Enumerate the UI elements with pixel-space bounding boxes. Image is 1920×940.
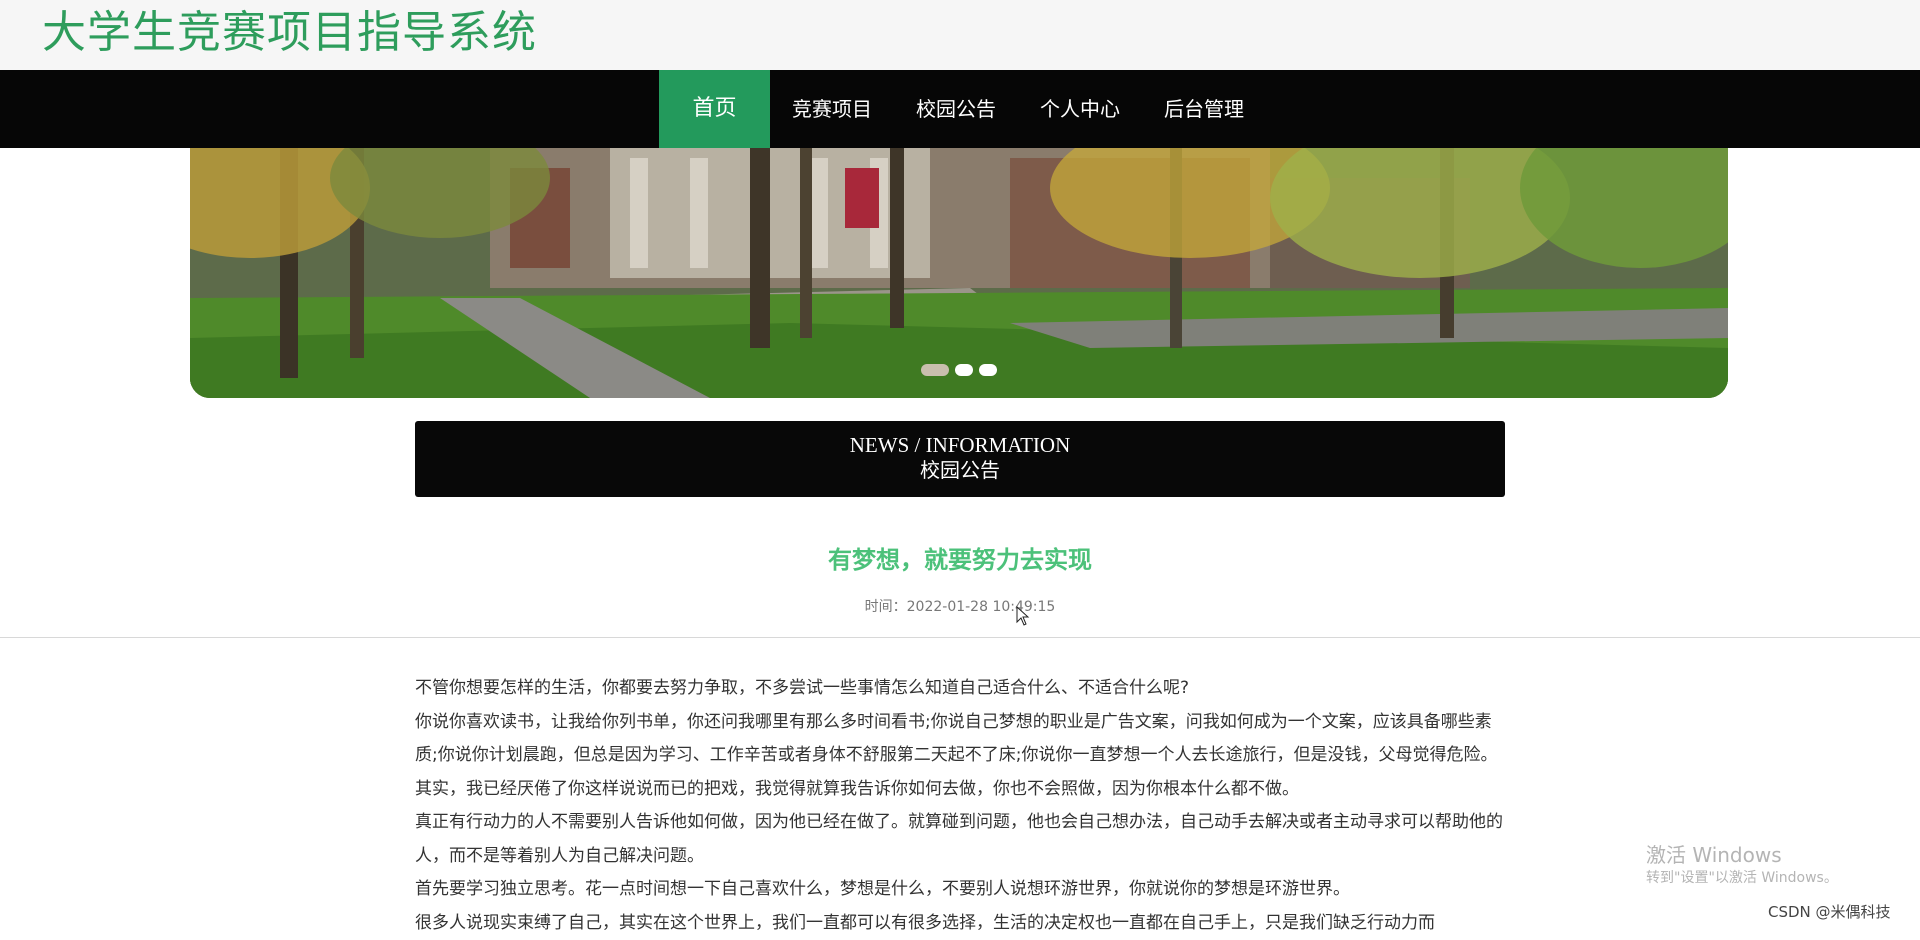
news-header-english: NEWS / INFORMATION [415, 432, 1505, 458]
news-header-chinese: 校园公告 [415, 458, 1505, 484]
article-paragraph: 首先要学习独立思考。花一点时间想一下自己喜欢什么，梦想是什么，不要别人说想环游世… [415, 873, 1505, 907]
article-paragraph: 你说你喜欢读书，让我给你列书单，你还问我哪里有那么多时间看书;你说自己梦想的职业… [415, 706, 1505, 807]
divider [0, 637, 1920, 638]
carousel-indicators [921, 364, 997, 376]
nav-menu: 首页 竞赛项目 校园公告 个人中心 后台管理 [659, 70, 1266, 148]
article-timestamp: 时间：2022-01-28 10:49:15 [0, 596, 1920, 616]
windows-activation-watermark: 激活 Windows 转到"设置"以激活 Windows。 [1646, 842, 1838, 888]
article-paragraph: 真正有行动力的人不需要别人告诉他如何做，因为他已经在做了。就算碰到问题，他也会自… [415, 806, 1505, 873]
watermark-subtitle: 转到"设置"以激活 Windows。 [1646, 868, 1838, 888]
mouse-cursor-icon [1016, 606, 1030, 630]
carousel-dot-1[interactable] [921, 364, 949, 376]
csdn-credit: CSDN @米偶科技 [1768, 901, 1891, 922]
campus-photo [190, 148, 1728, 398]
article-paragraph: 很多人说现实束缚了自己，其实在这个世界上，我们一直都可以有很多选择，生活的决定权… [415, 907, 1505, 940]
site-header: 大学生竞赛项目指导系统 [0, 0, 1920, 70]
carousel-dot-3[interactable] [979, 364, 997, 376]
article-title: 有梦想，就要努力去实现 [0, 540, 1920, 575]
nav-item-personal-center[interactable]: 个人中心 [1018, 70, 1142, 148]
nav-item-announcements[interactable]: 校园公告 [894, 70, 1018, 148]
banner-carousel[interactable] [190, 148, 1728, 398]
nav-item-competitions[interactable]: 竞赛项目 [770, 70, 894, 148]
article-paragraph: 不管你想要怎样的生活，你都要去努力争取，不多尝试一些事情怎么知道自己适合什么、不… [415, 672, 1505, 706]
nav-item-admin[interactable]: 后台管理 [1142, 70, 1266, 148]
article-body: 不管你想要怎样的生活，你都要去努力争取，不多尝试一些事情怎么知道自己适合什么、不… [415, 672, 1505, 940]
watermark-title: 激活 Windows [1646, 842, 1838, 868]
site-title[interactable]: 大学生竞赛项目指导系统 [42, 4, 537, 62]
main-navbar: 首页 竞赛项目 校园公告 个人中心 后台管理 [0, 70, 1920, 148]
nav-item-home[interactable]: 首页 [659, 70, 770, 148]
news-section-header: NEWS / INFORMATION 校园公告 [415, 421, 1505, 497]
carousel-dot-2[interactable] [955, 364, 973, 376]
